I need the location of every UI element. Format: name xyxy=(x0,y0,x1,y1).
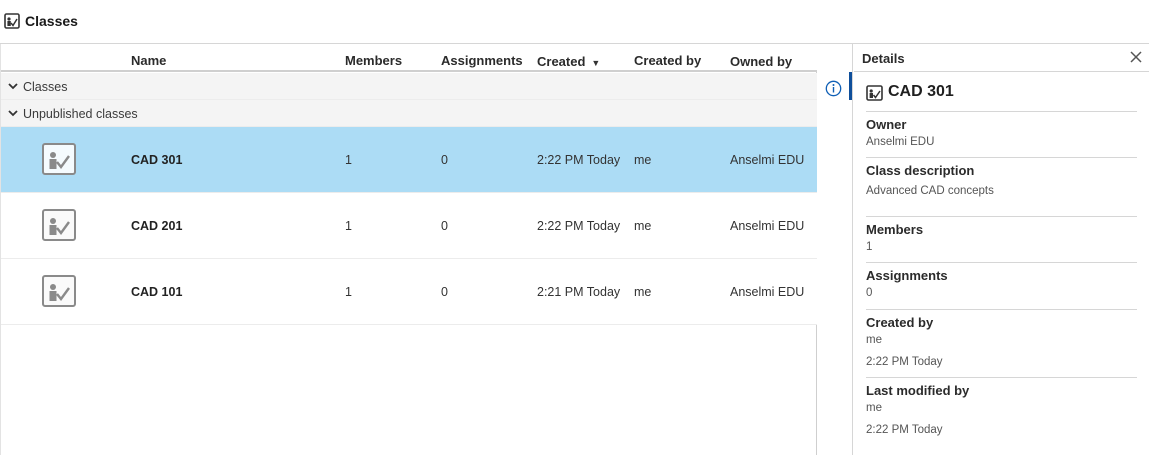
class-thumbnail-icon xyxy=(42,209,76,241)
divider xyxy=(866,377,1137,378)
assignments-value: 0 xyxy=(866,287,873,299)
owner-value: Anselmi EDU xyxy=(866,136,935,148)
created-time: 2:22 PM Today xyxy=(537,153,621,167)
chevron-down-icon xyxy=(8,83,18,90)
created-by: me xyxy=(634,285,652,299)
active-panel-indicator xyxy=(849,72,852,100)
page-header: Classes xyxy=(0,0,1149,44)
last-modified-by-value: me xyxy=(866,402,882,414)
column-header-assignments[interactable]: Assignments xyxy=(441,53,523,68)
assignments-count: 0 xyxy=(441,153,448,167)
members-label: Members xyxy=(866,222,924,237)
owner-label: Owner xyxy=(866,117,907,132)
table-row[interactable]: CAD 301 1 0 2:22 PM Today me Anselmi EDU xyxy=(1,127,817,193)
members-value: 1 xyxy=(866,241,873,253)
chevron-down-icon xyxy=(8,110,18,117)
column-header-members[interactable]: Members xyxy=(345,53,402,68)
class-description-value: Advanced CAD concepts xyxy=(866,185,994,197)
class-name: CAD 301 xyxy=(131,153,183,167)
group-header-classes[interactable]: Classes xyxy=(1,73,817,100)
table-row[interactable]: CAD 101 1 0 2:21 PM Today me Anselmi EDU xyxy=(1,259,817,325)
info-panel-toggle-column xyxy=(817,44,853,455)
members-count: 1 xyxy=(345,219,352,233)
details-title: Details xyxy=(862,51,905,66)
info-icon[interactable] xyxy=(825,80,842,97)
owned-by: Anselmi EDU xyxy=(730,285,805,299)
group-header-unpublished-classes[interactable]: Unpublished classes xyxy=(1,100,817,127)
created-by: me xyxy=(634,153,652,167)
column-header-owned-by[interactable]: Owned by xyxy=(730,54,792,69)
owned-by: Anselmi EDU xyxy=(730,153,805,167)
divider xyxy=(866,262,1137,263)
divider xyxy=(866,157,1137,158)
created-time: 2:21 PM Today xyxy=(537,285,621,299)
class-name: CAD 201 xyxy=(131,219,183,233)
class-name: CAD 101 xyxy=(131,285,183,299)
details-header: Details xyxy=(854,44,1149,72)
classes-table: Name Members Assignments Created ▼ Create… xyxy=(0,44,817,455)
sort-descending-icon: ▼ xyxy=(591,58,601,68)
class-description-label: Class description xyxy=(866,163,975,178)
last-modified-time-value: 2:22 PM Today xyxy=(866,424,943,436)
class-icon xyxy=(4,13,20,29)
assignments-label: Assignments xyxy=(866,268,948,283)
class-thumbnail-icon xyxy=(42,275,76,307)
group-label: Unpublished classes xyxy=(23,107,138,121)
class-icon xyxy=(866,85,883,101)
column-header-created-by[interactable]: Created by xyxy=(634,53,701,68)
group-label: Classes xyxy=(23,80,68,94)
column-header-name[interactable]: Name xyxy=(131,53,166,68)
column-header-created-label: Created xyxy=(537,54,586,69)
members-count: 1 xyxy=(345,153,352,167)
created-time-value: 2:22 PM Today xyxy=(866,356,943,368)
table-row[interactable]: CAD 201 1 0 2:22 PM Today me Anselmi EDU xyxy=(1,193,817,259)
created-time: 2:22 PM Today xyxy=(537,219,621,233)
class-thumbnail-icon xyxy=(42,143,76,175)
page-title: Classes xyxy=(25,13,78,29)
created-by-value: me xyxy=(866,334,882,346)
created-by-label: Created by xyxy=(866,315,934,330)
details-name-text: CAD 301 xyxy=(888,83,954,100)
divider xyxy=(866,216,1137,217)
column-header-created[interactable]: Created ▼ xyxy=(537,54,600,69)
created-by: me xyxy=(634,219,652,233)
details-panel: Details CAD 301 Owner Anselmi EDU Class … xyxy=(854,44,1149,455)
close-icon[interactable] xyxy=(1130,51,1142,63)
last-modified-by-label: Last modified by xyxy=(866,383,970,398)
assignments-count: 0 xyxy=(441,219,448,233)
assignments-count: 0 xyxy=(441,285,448,299)
divider xyxy=(866,309,1137,310)
divider xyxy=(866,111,1137,112)
members-count: 1 xyxy=(345,285,352,299)
owned-by: Anselmi EDU xyxy=(730,219,805,233)
table-header: Name Members Assignments Created ▼ Create… xyxy=(1,44,817,72)
